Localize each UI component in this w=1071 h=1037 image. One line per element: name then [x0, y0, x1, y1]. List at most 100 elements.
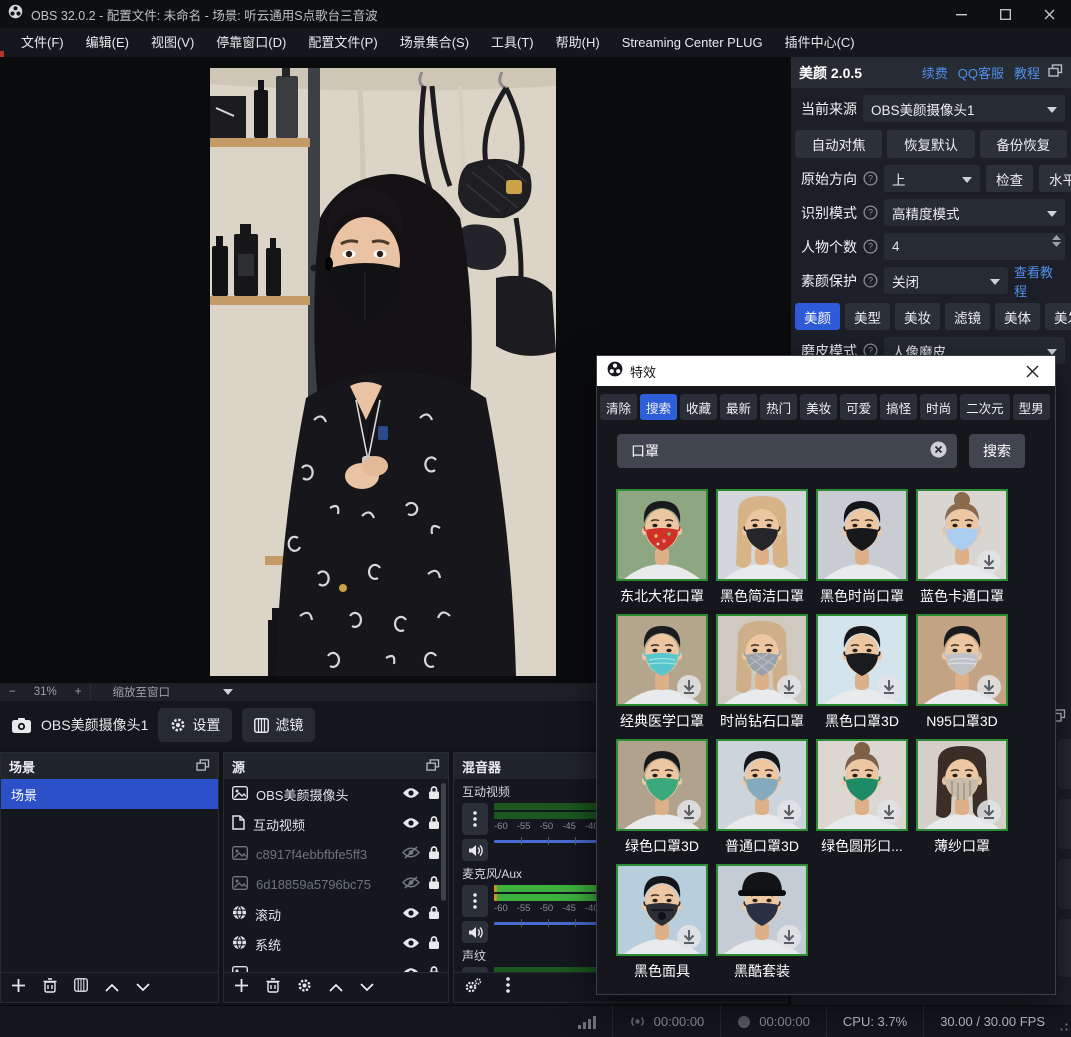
- effect-item-7[interactable]: 黑色口罩3D: [812, 614, 912, 739]
- zoom-fit-select[interactable]: 缩放至窗口: [90, 684, 242, 700]
- beauty-link-1[interactable]: 续费: [922, 63, 948, 82]
- lock-icon[interactable]: [428, 785, 440, 803]
- minimize-icon[interactable]: [939, 0, 983, 28]
- effect-item-3[interactable]: 黑色时尚口罩: [812, 489, 912, 614]
- effects-dialog-titlebar[interactable]: 特效: [597, 356, 1055, 386]
- search-button[interactable]: 搜索: [969, 434, 1025, 468]
- effect-thumbnail[interactable]: [716, 614, 808, 706]
- source-row[interactable]: 互动视频: [224, 809, 448, 839]
- scrollbar[interactable]: [441, 783, 446, 901]
- effects-tab-美妆[interactable]: 美妆: [800, 394, 837, 420]
- effects-tab-型男[interactable]: 型男: [1013, 394, 1050, 420]
- sources-down-icon[interactable]: [360, 979, 374, 997]
- visibility-eye-icon[interactable]: [402, 817, 420, 832]
- help-icon[interactable]: ?: [863, 273, 878, 288]
- popout-icon[interactable]: [426, 759, 440, 774]
- visibility-eye-icon[interactable]: [402, 787, 420, 802]
- effect-item-10[interactable]: 普通口罩3D: [712, 739, 812, 864]
- menu-item-8[interactable]: 帮助(H): [545, 28, 611, 57]
- sources-gear-icon[interactable]: [297, 978, 312, 998]
- source-row[interactable]: c8917f4ebbfbfe5ff3: [224, 839, 448, 869]
- mute-speaker-button[interactable]: [462, 839, 488, 861]
- close-icon[interactable]: [1027, 0, 1071, 28]
- panel-button[interactable]: [1058, 919, 1071, 977]
- effects-tab-热门[interactable]: 热门: [760, 394, 797, 420]
- source-select[interactable]: OBS美颜摄像头1: [863, 95, 1065, 122]
- effect-thumbnail[interactable]: [916, 614, 1008, 706]
- help-icon[interactable]: ?: [863, 205, 878, 220]
- effect-item-4[interactable]: 蓝色卡通口罩: [912, 489, 1012, 614]
- effect-thumbnail[interactable]: [616, 614, 708, 706]
- close-icon[interactable]: [1019, 358, 1045, 384]
- effects-tab-最新[interactable]: 最新: [720, 394, 757, 420]
- effect-thumbnail[interactable]: [716, 489, 808, 581]
- beauty-tab-美妆[interactable]: 美妆: [895, 303, 940, 330]
- lock-icon[interactable]: [428, 845, 440, 863]
- effects-tab-时尚[interactable]: 时尚: [920, 394, 957, 420]
- effect-item-8[interactable]: N95口罩3D: [912, 614, 1012, 739]
- effect-thumbnail[interactable]: [716, 739, 808, 831]
- effects-tab-收藏[interactable]: 收藏: [680, 394, 717, 420]
- menu-item-7[interactable]: 工具(T): [480, 28, 545, 57]
- menu-item-9[interactable]: Streaming Center PLUG: [611, 28, 774, 57]
- effect-item-1[interactable]: 东北大花口罩: [612, 489, 712, 614]
- settings-button[interactable]: 设置: [158, 708, 232, 742]
- scenes-up-icon[interactable]: [105, 979, 119, 997]
- check-button[interactable]: 检查: [986, 165, 1033, 192]
- mute-speaker-button[interactable]: [462, 921, 488, 943]
- channel-menu-button[interactable]: [462, 803, 488, 835]
- effect-item-13[interactable]: 黑色面具: [612, 864, 712, 989]
- effect-thumbnail[interactable]: [916, 739, 1008, 831]
- effects-tab-搜索[interactable]: 搜索: [640, 394, 677, 420]
- visibility-eye-icon[interactable]: [402, 937, 420, 952]
- scenes-down-icon[interactable]: [136, 979, 150, 997]
- lock-icon[interactable]: [428, 965, 440, 972]
- visibility-eye-off-icon[interactable]: [402, 846, 420, 862]
- visibility-eye-off-icon[interactable]: [402, 876, 420, 892]
- source-row[interactable]: 滚动: [224, 899, 448, 929]
- protect-select[interactable]: 关闭: [884, 267, 1008, 294]
- effects-tab-清除[interactable]: 清除: [600, 394, 637, 420]
- beauty-action-2[interactable]: 恢复默认: [887, 130, 974, 158]
- effect-item-14[interactable]: 黑酷套装: [712, 864, 812, 989]
- lock-icon[interactable]: [428, 905, 440, 923]
- popout-icon[interactable]: [196, 759, 210, 774]
- effects-tab-可爱[interactable]: 可爱: [840, 394, 877, 420]
- effect-thumbnail[interactable]: [816, 489, 908, 581]
- lock-icon[interactable]: [428, 935, 440, 953]
- scenes-trash-icon[interactable]: [43, 978, 57, 998]
- zoom-in-button[interactable]: +: [66, 686, 91, 698]
- lock-icon[interactable]: [428, 815, 440, 833]
- hflip-button[interactable]: 水平翻转: [1039, 165, 1071, 192]
- sources-trash-icon[interactable]: [266, 978, 280, 998]
- persons-stepper[interactable]: 4: [884, 233, 1065, 260]
- beauty-tab-美型[interactable]: 美型: [845, 303, 890, 330]
- mixer-kebab-icon[interactable]: [506, 977, 510, 998]
- effect-thumbnail[interactable]: [616, 739, 708, 831]
- zoom-out-button[interactable]: −: [0, 686, 25, 698]
- panel-button[interactable]: [1058, 739, 1071, 789]
- effect-thumbnail[interactable]: [716, 864, 808, 956]
- channel-menu-button[interactable]: [462, 885, 488, 917]
- maximize-icon[interactable]: [983, 0, 1027, 28]
- effect-thumbnail[interactable]: [916, 489, 1008, 581]
- visibility-eye-icon[interactable]: [402, 907, 420, 922]
- mixer-gears-icon[interactable]: [464, 978, 482, 998]
- menu-item-6[interactable]: 场景集合(S): [389, 28, 480, 57]
- beauty-tab-美颜[interactable]: 美颜: [795, 303, 840, 330]
- beauty-tab-美发[interactable]: 美发: [1045, 303, 1071, 330]
- beauty-link-2[interactable]: QQ客服: [958, 63, 1004, 82]
- effect-thumbnail[interactable]: [816, 739, 908, 831]
- help-icon[interactable]: ?: [863, 239, 878, 254]
- source-row[interactable]: OBS美颜摄像头: [224, 779, 448, 809]
- scene-item[interactable]: 场景: [1, 779, 218, 809]
- popout-icon[interactable]: [1048, 64, 1063, 82]
- scenes-filter-icon[interactable]: [74, 978, 88, 997]
- clear-icon[interactable]: [930, 441, 947, 461]
- tutorial-link[interactable]: 查看教程: [1014, 262, 1065, 300]
- stepper-arrows-icon[interactable]: [1052, 235, 1061, 247]
- effect-thumbnail[interactable]: [816, 614, 908, 706]
- beauty-tab-美体[interactable]: 美体: [995, 303, 1040, 330]
- lock-icon[interactable]: [428, 875, 440, 893]
- effects-tab-二次元[interactable]: 二次元: [960, 394, 1010, 420]
